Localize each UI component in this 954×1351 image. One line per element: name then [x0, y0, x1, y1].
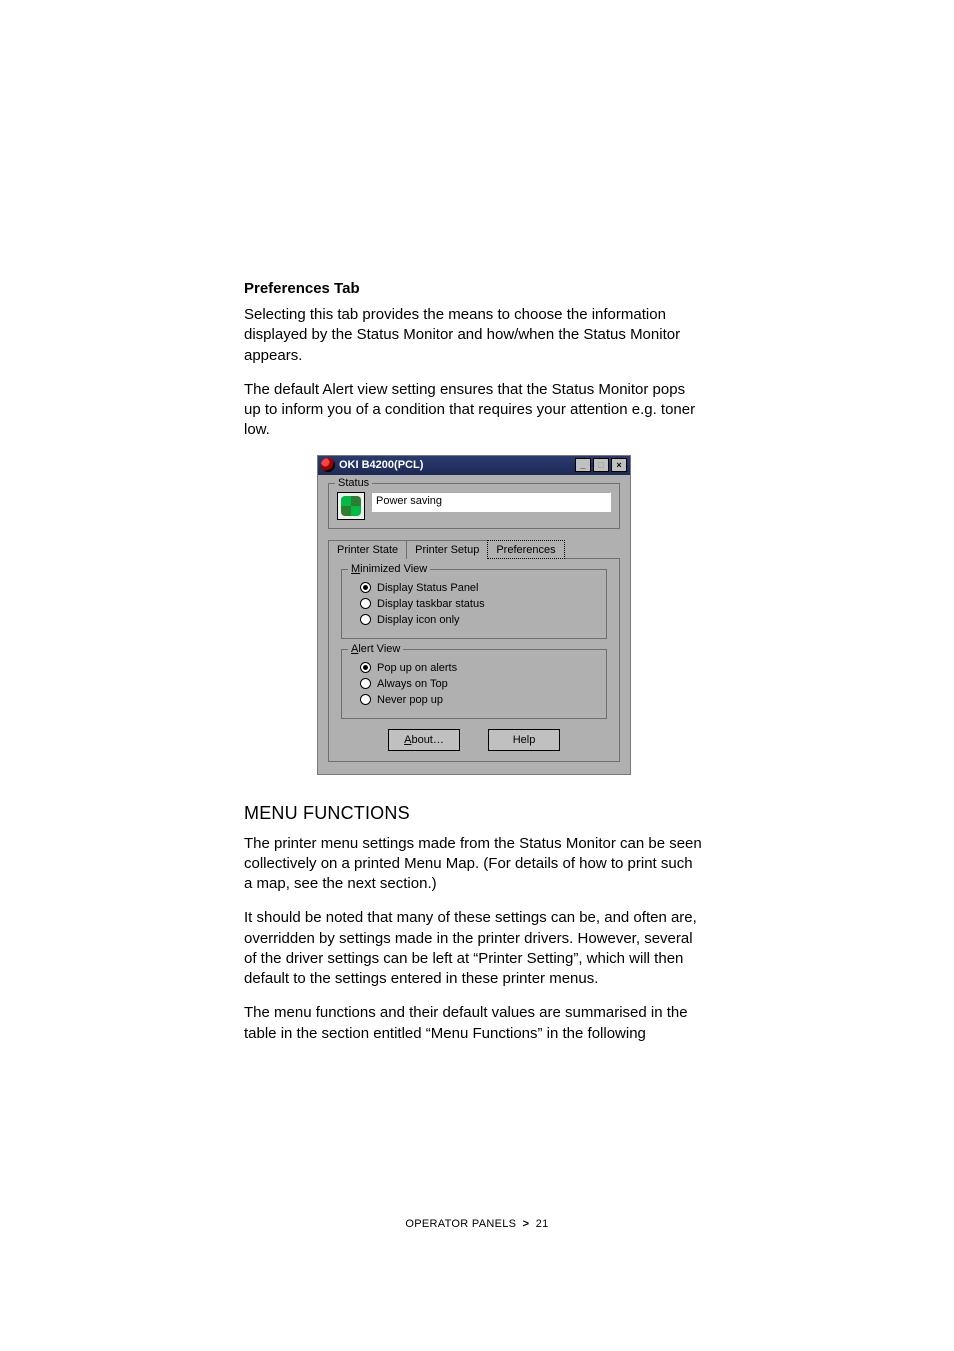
radio-label: Always on Top [377, 678, 448, 690]
page-footer: OPERATOR PANELS > 21 [0, 1218, 954, 1230]
dialog-screenshot: OKI B4200(PCL) _ □ × Status Power saving… [244, 455, 704, 775]
radio-label: Never pop up [377, 694, 443, 706]
app-icon [321, 458, 335, 472]
radio-label: Display Status Panel [377, 582, 479, 594]
radio-icon [360, 598, 371, 609]
preferences-para-2: The default Alert view setting ensures t… [244, 380, 704, 441]
radio-display-status-panel[interactable]: Display Status Panel [360, 582, 598, 594]
status-group: Status Power saving [328, 483, 620, 529]
titlebar: OKI B4200(PCL) _ □ × [318, 456, 630, 475]
menu-para-1: The printer menu settings made from the … [244, 834, 704, 895]
radio-icon [360, 694, 371, 705]
close-button[interactable]: × [611, 458, 627, 472]
window-title: OKI B4200(PCL) [339, 459, 575, 471]
dialog-button-row: About… Help [341, 729, 607, 751]
status-field: Power saving [371, 492, 611, 512]
radio-label: Display icon only [377, 614, 460, 626]
menu-para-3: The menu functions and their default val… [244, 1003, 704, 1044]
radio-never-pop-up[interactable]: Never pop up [360, 694, 598, 706]
footer-section: OPERATOR PANELS [405, 1218, 516, 1230]
tab-strip: Printer State Printer Setup Preferences [328, 539, 620, 558]
radio-icon [360, 678, 371, 689]
minimized-view-legend: Minimized View [348, 563, 430, 575]
window-buttons: _ □ × [575, 458, 627, 472]
tab-printer-state[interactable]: Printer State [328, 540, 407, 559]
maximize-button: □ [593, 458, 609, 472]
radio-icon [360, 582, 371, 593]
printer-status-icon [337, 492, 365, 520]
preferences-panel: Minimized View Display Status Panel Disp… [328, 558, 620, 762]
about-button[interactable]: About… [388, 729, 460, 751]
tab-preferences[interactable]: Preferences [487, 540, 564, 559]
radio-icon [360, 662, 371, 673]
radio-icon [360, 614, 371, 625]
tab-printer-setup[interactable]: Printer Setup [406, 540, 488, 559]
preferences-heading: Preferences Tab [244, 280, 704, 297]
footer-separator: > [523, 1218, 530, 1230]
radio-display-icon-only[interactable]: Display icon only [360, 614, 598, 626]
status-monitor-dialog: OKI B4200(PCL) _ □ × Status Power saving… [317, 455, 631, 775]
radio-label: Display taskbar status [377, 598, 485, 610]
preferences-para-1: Selecting this tab provides the means to… [244, 305, 704, 366]
menu-para-2: It should be noted that many of these se… [244, 908, 704, 989]
radio-always-on-top[interactable]: Always on Top [360, 678, 598, 690]
radio-display-taskbar-status[interactable]: Display taskbar status [360, 598, 598, 610]
minimize-button[interactable]: _ [575, 458, 591, 472]
help-button[interactable]: Help [488, 729, 560, 751]
menu-functions-heading: MENU FUNCTIONS [244, 803, 704, 824]
footer-page-number: 21 [536, 1218, 549, 1230]
radio-label: Pop up on alerts [377, 662, 457, 674]
alert-view-legend: Alert View [348, 643, 403, 655]
radio-popup-on-alerts[interactable]: Pop up on alerts [360, 662, 598, 674]
minimized-view-group: Minimized View Display Status Panel Disp… [341, 569, 607, 639]
status-legend: Status [335, 477, 372, 489]
alert-view-group: Alert View Pop up on alerts Always on To… [341, 649, 607, 719]
